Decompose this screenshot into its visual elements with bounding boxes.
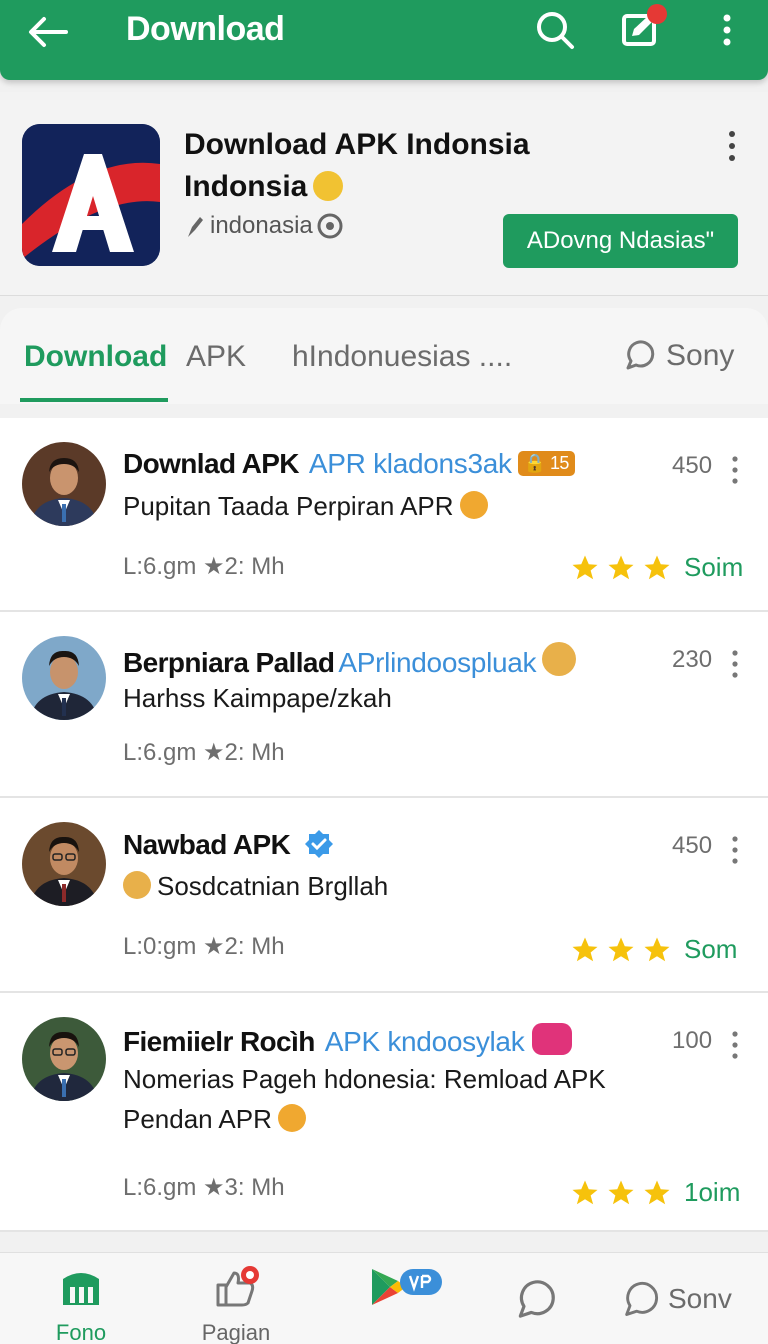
rating: Soim [570,552,743,583]
avatar [22,822,106,906]
bottom-navigation: Fono Pagian Sonv [0,1252,768,1344]
item-more-icon[interactable] [726,834,744,866]
rating-label: Soim [684,552,744,582]
chat-bubble-icon [625,1281,659,1316]
tab-apk[interactable]: APK [186,340,246,374]
nav-item-pagian[interactable]: Pagian [190,1265,282,1344]
post-count: 100 [672,1027,713,1054]
list-item[interactable]: Fiemiielr Rocìh APK kndoosylak Nomerias P… [0,993,768,1232]
avatar [22,1017,106,1101]
active-tab-indicator [20,398,168,402]
item-more-icon[interactable] [726,1029,744,1061]
nav-item-fono[interactable]: Fono [36,1265,126,1344]
star-icon [644,555,670,579]
smiling-emoji-icon [542,642,577,676]
app-name: Download APK Indonsia Indonsia [184,128,530,203]
post-list: Downlad APK APR kladons3ak 🔒 15 Pupitan Ta… [0,418,768,1232]
search-icon[interactable] [533,8,577,52]
app-logo [22,124,160,266]
chat-bubble-icon [626,340,655,370]
rating-label: Som [684,934,738,964]
item-more-icon[interactable] [726,648,744,680]
star-icon [608,1180,634,1204]
post-tag[interactable]: APK kndoosylak [325,1026,525,1057]
post-text: Nomerias Pageh hdonesia: Remload APK Pen… [123,1064,606,1134]
post-meta: L:6.gm ★2: Mh [123,739,285,766]
star-icon [572,937,598,961]
app-bar: Download [0,0,768,80]
nav-item-chat[interactable] [510,1277,560,1326]
avatar [22,636,106,720]
tab-bar: Download APK hIndonuesias .... Sony [0,308,768,404]
notification-dot [647,4,667,24]
post-tag[interactable]: APR kladons3ak [309,448,512,479]
post-author[interactable]: Nawbad APK [123,829,291,860]
star-icon [572,555,598,579]
post-text: Harhss Kaimpape/zkah [123,683,392,713]
post-author[interactable]: Fiemiielr Rocìh [123,1026,315,1057]
post-meta: L:0:gm ★2: Mh [123,933,285,960]
verified-badge-icon [305,830,334,858]
post-author[interactable]: Berpniara Pallad [123,647,335,678]
star-icon [608,555,634,579]
star-icon [608,937,634,961]
app-header: Download APK Indonsia Indonsia indonasia… [0,92,768,296]
post-meta: L:6.gm ★3: Mh [123,1174,285,1201]
post-count: 230 [672,646,713,673]
app-bar-title: Download [126,10,285,48]
globe-icon [317,213,343,239]
post-author[interactable]: Downlad APK [123,448,300,479]
chat-bubble-icon [518,1280,555,1318]
list-item[interactable]: Downlad APK APR kladons3ak 🔒 15 Pupitan Ta… [0,418,768,612]
level-badge: 🔒 15 [517,451,575,476]
item-more-icon[interactable] [726,454,744,486]
star-icon [644,1180,670,1204]
tab-indonesia[interactable]: hIndonuesias .... [292,340,512,374]
post-text: Sosdcatnian Brgllah [123,866,683,906]
developer-row[interactable]: indonasia [184,212,343,240]
developer-name: indonasia [210,212,313,239]
post-meta: L:6.gm ★2: Mh [123,553,285,580]
nav-item-sony[interactable]: Sonv [620,1279,732,1319]
star-icon [572,1180,598,1204]
smiley-emoji-icon [313,171,344,201]
chat-sticker-icon [532,1023,573,1055]
laughing-emoji-icon [459,491,488,519]
post-text: Pupitan Taada Perpiran APR [123,486,683,526]
nav-item-play[interactable] [368,1265,444,1314]
back-arrow-icon[interactable] [24,12,72,52]
post-count: 450 [672,832,713,859]
rating: 1oim [570,1177,740,1208]
list-item[interactable]: Berpniara Pallad APrlindoospluak Harhss K… [0,612,768,798]
star-icon [644,937,670,961]
thumbs-up-icon [216,1266,259,1307]
smirk-emoji-icon [123,871,151,899]
rating-label: 1oim [684,1177,741,1207]
rating: Som [570,934,737,965]
install-button[interactable]: ADovng Ndasias" [503,214,738,268]
header-more-icon[interactable] [720,128,744,164]
post-tag[interactable]: APrlindoospluak [338,647,536,678]
laughing-emoji-icon [277,1104,306,1132]
pen-icon [188,217,203,237]
tab-sony[interactable]: Sony [620,338,734,374]
tab-download[interactable]: Download [24,340,167,374]
avatar [22,442,106,526]
play-store-icon [372,1269,442,1305]
home-icon [63,1273,99,1305]
more-vertical-icon[interactable] [705,8,749,52]
list-item[interactable]: Nawbad APK Sosdcatnian Brgllah L:0:gm ★2… [0,798,768,993]
post-count: 450 [672,452,713,479]
